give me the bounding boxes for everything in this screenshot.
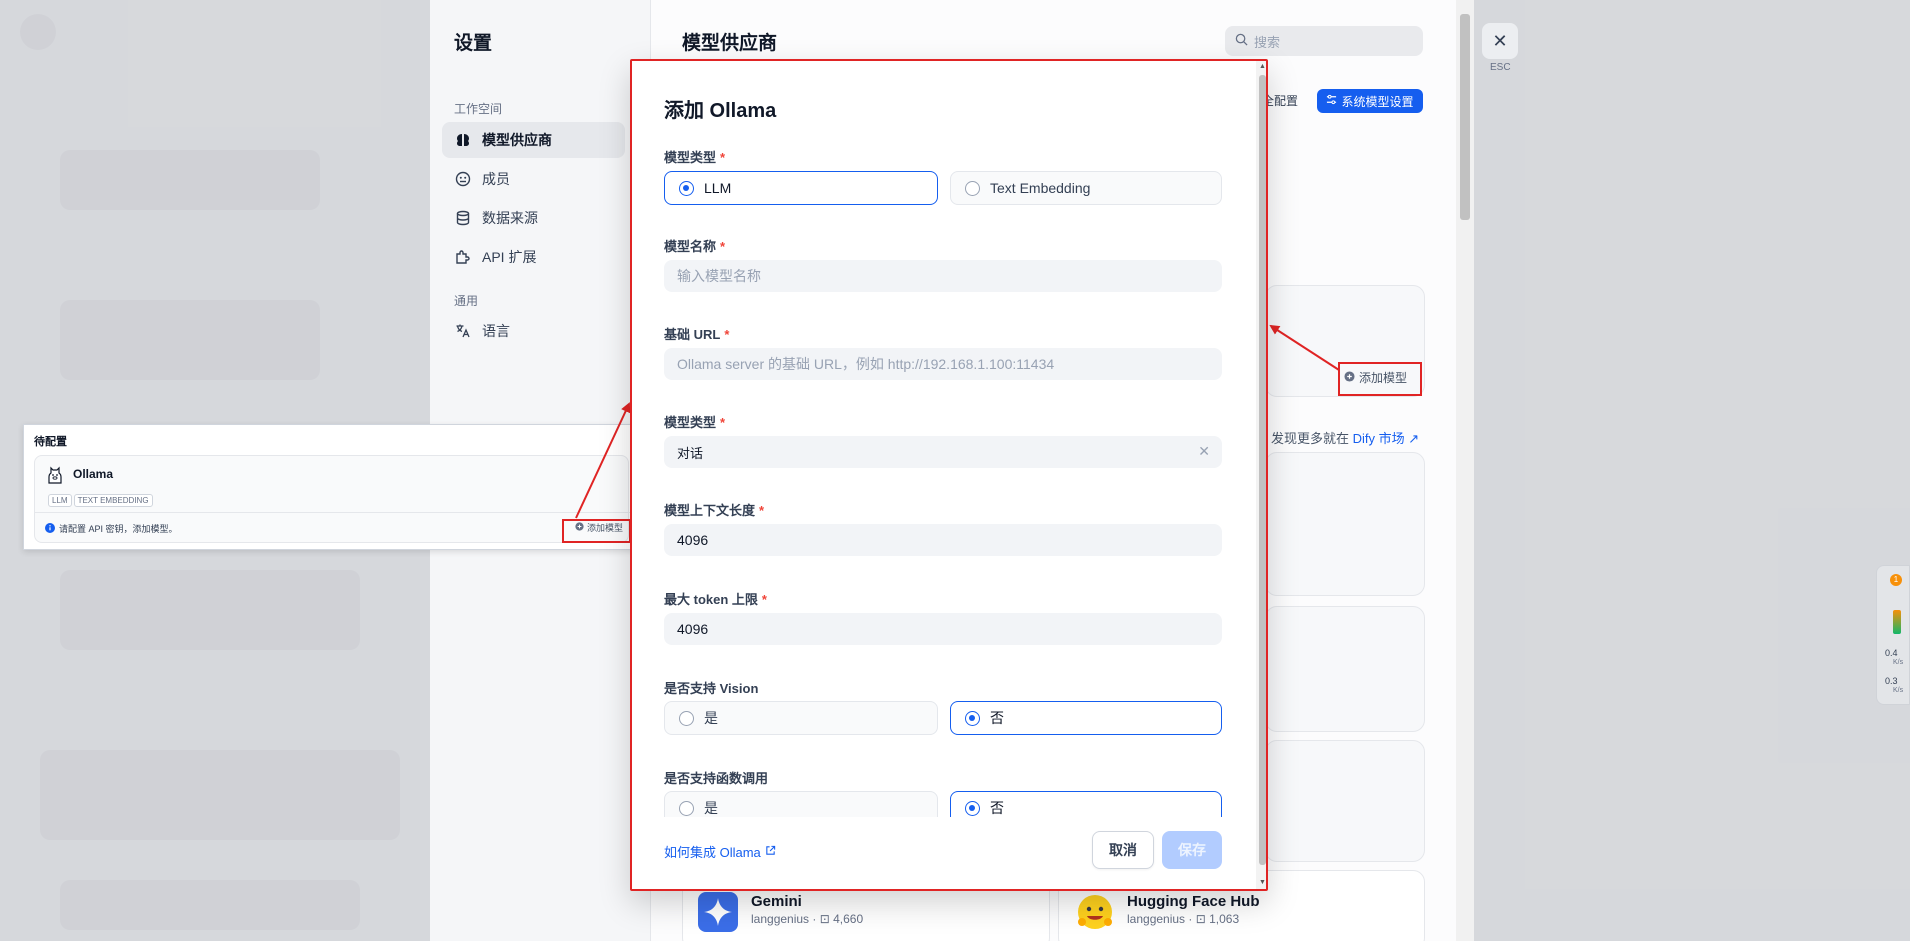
base-url-label: 基础 URL * <box>664 327 730 342</box>
help-link-label: 如何集成 Ollama <box>664 845 761 860</box>
radio-checked-icon <box>679 180 694 196</box>
context-length-input[interactable]: 4096 <box>664 524 1222 556</box>
modal-title: 添加 Ollama <box>664 100 777 122</box>
cancel-button[interactable]: 取消 <box>1092 831 1154 869</box>
context-length-value: 4096 <box>677 532 709 548</box>
vision-option-no[interactable]: 否 <box>950 701 1222 735</box>
model-kind-label: 模型类型 * <box>664 415 726 430</box>
option-label: 否 <box>990 800 1004 816</box>
scroll-up-arrow-icon[interactable]: ▲ <box>1259 63 1266 70</box>
vision-option-yes[interactable]: 是 <box>664 701 938 735</box>
base-url-input[interactable]: Ollama server 的基础 URL，例如 http://192.168.… <box>664 348 1222 380</box>
radio-checked-icon <box>965 710 980 726</box>
model-kind-value: 对话 <box>677 445 704 461</box>
clear-icon[interactable]: ✕ <box>1198 443 1210 460</box>
option-label: 是 <box>704 710 718 726</box>
arrow-to-add-model <box>1269 324 1340 371</box>
max-token-label: 最大 token 上限 * <box>664 592 767 607</box>
model-type-option-llm[interactable]: LLM <box>664 171 938 205</box>
option-label: Text Embedding <box>990 180 1091 196</box>
function-call-label: 是否支持函数调用 <box>664 771 769 786</box>
model-name-input[interactable]: 输入模型名称 <box>664 260 1222 292</box>
scroll-down-arrow-icon[interactable]: ▼ <box>1259 879 1266 886</box>
modal-scrollbar-thumb[interactable] <box>1259 75 1266 865</box>
help-link[interactable]: 如何集成 Ollama <box>664 842 776 861</box>
model-kind-select[interactable]: 对话 ✕ <box>664 436 1222 468</box>
radio-unchecked-icon <box>965 180 980 196</box>
arrow-to-modal <box>575 402 631 519</box>
model-name-label: 模型名称 * <box>664 239 726 254</box>
save-button[interactable]: 保存 <box>1162 831 1222 869</box>
max-token-value: 4096 <box>677 621 709 637</box>
add-ollama-modal: 添加 Ollama 模型类型 * LLM Text Embedding 模型名称 *… <box>630 59 1268 891</box>
option-label: 是 <box>704 800 718 816</box>
base-url-placeholder: Ollama server 的基础 URL，例如 http://192.168.… <box>677 356 1055 372</box>
radio-unchecked-icon <box>679 710 694 726</box>
radio-checked-icon <box>965 800 980 816</box>
radio-unchecked-icon <box>679 800 694 816</box>
vision-label: 是否支持 Vision <box>664 681 759 696</box>
model-type-option-text-embedding[interactable]: Text Embedding <box>950 171 1222 205</box>
context-length-label: 模型上下文长度 * <box>664 503 765 518</box>
model-type-label: 模型类型 * <box>664 150 726 165</box>
model-name-placeholder: 输入模型名称 <box>677 268 761 284</box>
option-label: 否 <box>990 710 1004 726</box>
option-label: LLM <box>704 180 732 196</box>
external-link-icon <box>765 844 776 859</box>
max-token-input[interactable]: 4096 <box>664 613 1222 645</box>
